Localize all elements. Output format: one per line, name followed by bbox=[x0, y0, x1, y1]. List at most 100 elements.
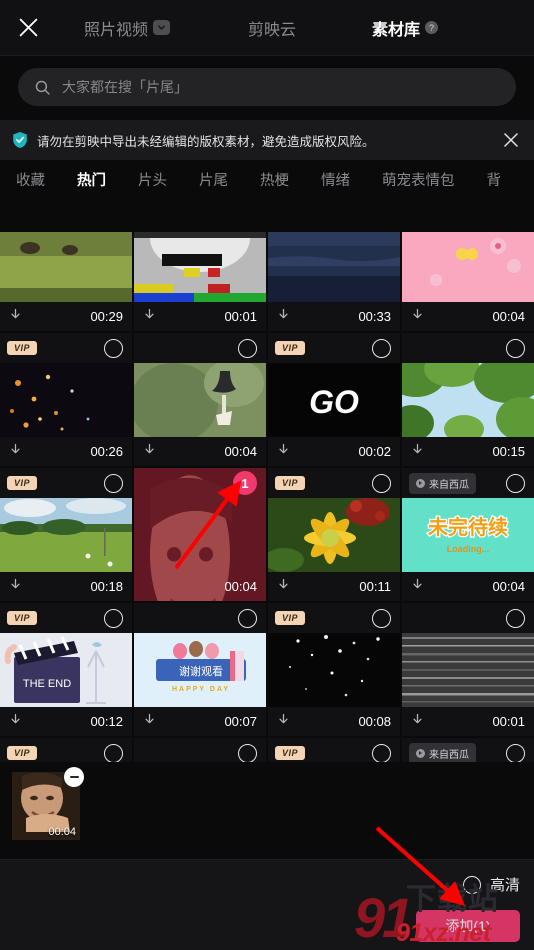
source-badge: 来自西瓜 bbox=[409, 742, 476, 762]
download-icon[interactable] bbox=[410, 577, 425, 597]
radio-icon[interactable] bbox=[462, 875, 481, 894]
download-icon[interactable] bbox=[8, 712, 23, 732]
card-top-row bbox=[402, 333, 534, 363]
download-icon[interactable] bbox=[142, 442, 157, 462]
add-button[interactable]: 添加(1) bbox=[416, 910, 520, 942]
card-bottom-row: 00:04 bbox=[402, 572, 534, 601]
material-card[interactable]: GO VIP 00:02 bbox=[268, 333, 400, 466]
select-checkbox[interactable] bbox=[104, 473, 123, 493]
shield-check-icon bbox=[13, 132, 27, 148]
select-checkbox[interactable] bbox=[238, 608, 257, 628]
header-tab-material-library[interactable]: 素材库 ? bbox=[372, 0, 439, 55]
card-top-row bbox=[134, 738, 266, 762]
category-tab-mood[interactable]: 情绪 bbox=[321, 169, 350, 190]
material-card[interactable]: 00:01 bbox=[402, 603, 534, 736]
select-checkbox[interactable] bbox=[372, 608, 391, 628]
material-card[interactable]: VIP 00:18 bbox=[0, 468, 132, 601]
download-icon[interactable] bbox=[410, 307, 425, 327]
select-checkbox[interactable] bbox=[104, 608, 123, 628]
category-tab-favorites[interactable]: 收藏 bbox=[16, 169, 45, 190]
category-tab-background[interactable]: 背 bbox=[487, 169, 502, 190]
select-checkbox[interactable] bbox=[238, 743, 257, 762]
card-top-row bbox=[134, 333, 266, 363]
download-icon[interactable] bbox=[8, 442, 23, 462]
header-tabs: 照片视频 剪映云 素材库 ? bbox=[56, 0, 534, 55]
search-icon bbox=[35, 80, 50, 95]
card-bottom-row: 00:12 bbox=[0, 707, 132, 736]
category-tab-meme[interactable]: 热梗 bbox=[260, 169, 289, 190]
card-top-row: VIP bbox=[268, 468, 400, 498]
play-icon bbox=[416, 478, 425, 488]
material-card[interactable]: 00:33 bbox=[268, 232, 400, 331]
select-checkbox[interactable] bbox=[104, 743, 123, 762]
material-card[interactable]: VIP bbox=[268, 738, 400, 762]
material-card[interactable]: 来自西瓜 bbox=[402, 738, 534, 762]
card-thumbnail: 谢谢观看 HAPPY DAY bbox=[134, 633, 266, 707]
close-button[interactable] bbox=[0, 0, 56, 56]
material-card[interactable]: 未完待续 Loading... 来自西瓜 00:04 bbox=[402, 468, 534, 601]
select-checkbox[interactable] bbox=[506, 608, 525, 628]
material-card[interactable]: VIP 00:08 bbox=[268, 603, 400, 736]
svg-text:HAPPY DAY: HAPPY DAY bbox=[172, 686, 230, 693]
material-card[interactable]: VIP bbox=[0, 738, 132, 762]
download-icon[interactable] bbox=[142, 307, 157, 327]
material-card[interactable]: VIP 00:26 bbox=[0, 333, 132, 466]
card-thumbnail: 未完待续 Loading... bbox=[402, 498, 534, 572]
hd-toggle[interactable]: 高清 bbox=[462, 874, 520, 895]
material-card[interactable] bbox=[134, 738, 266, 762]
select-checkbox[interactable] bbox=[238, 338, 257, 358]
material-grid[interactable]: 00:29 00:01 00:33 00:04 VIP 00:26 00:04 GO VIP 00… bbox=[0, 232, 534, 762]
select-checkbox[interactable] bbox=[104, 338, 123, 358]
chevron-down-icon[interactable] bbox=[153, 20, 171, 35]
vip-badge: VIP bbox=[7, 611, 38, 625]
minus-circle-icon[interactable] bbox=[64, 767, 84, 787]
svg-text:Loading...: Loading... bbox=[447, 544, 490, 554]
select-checkbox[interactable] bbox=[506, 473, 525, 493]
category-tab-outro[interactable]: 片尾 bbox=[199, 169, 228, 190]
download-icon[interactable] bbox=[410, 712, 425, 732]
material-card[interactable]: 谢谢观看 HAPPY DAY 00:07 bbox=[134, 603, 266, 736]
grid-row: 00:29 00:01 00:33 00:04 bbox=[0, 232, 534, 331]
card-duration: 00:04 bbox=[492, 579, 525, 594]
download-icon[interactable] bbox=[8, 307, 23, 327]
select-checkbox[interactable] bbox=[506, 338, 525, 358]
grid-row: VIP 00:26 00:04 GO VIP 00:02 00:15 bbox=[0, 333, 534, 466]
material-card[interactable]: 00:15 bbox=[402, 333, 534, 466]
download-icon[interactable] bbox=[410, 442, 425, 462]
card-top-row: VIP bbox=[268, 333, 400, 363]
select-checkbox[interactable] bbox=[372, 743, 391, 762]
category-tab-pets[interactable]: 萌宠表情包 bbox=[382, 169, 455, 190]
header-tab-cloud[interactable]: 剪映云 bbox=[248, 0, 296, 55]
selection-count-badge[interactable]: 1 bbox=[233, 471, 257, 495]
material-card[interactable]: 00:29 bbox=[0, 232, 132, 331]
select-checkbox[interactable] bbox=[506, 743, 525, 762]
material-card[interactable]: 1 00:04 bbox=[134, 468, 266, 601]
help-icon[interactable]: ? bbox=[425, 21, 439, 34]
category-tab-bar[interactable]: 收藏 热门 片头 片尾 热梗 情绪 萌宠表情包 背 bbox=[0, 160, 534, 198]
card-bottom-row: 00:07 bbox=[134, 707, 266, 736]
download-icon[interactable] bbox=[8, 577, 23, 597]
card-thumbnail bbox=[268, 633, 400, 707]
card-bottom-row: 00:26 bbox=[0, 437, 132, 466]
material-card[interactable]: THE END VIP 00:12 bbox=[0, 603, 132, 736]
search-input[interactable]: 大家都在搜「片尾」 bbox=[18, 68, 516, 106]
material-card[interactable]: 00:01 bbox=[134, 232, 266, 331]
category-tab-hot[interactable]: 热门 bbox=[77, 169, 106, 190]
material-card[interactable]: 00:04 bbox=[402, 232, 534, 331]
download-icon[interactable] bbox=[276, 307, 291, 327]
card-duration: 00:11 bbox=[359, 579, 391, 594]
notice-close-icon[interactable] bbox=[502, 131, 520, 149]
download-icon[interactable] bbox=[276, 712, 291, 732]
material-card[interactable]: 00:04 bbox=[134, 333, 266, 466]
select-checkbox[interactable] bbox=[372, 338, 391, 358]
select-checkbox[interactable] bbox=[372, 473, 391, 493]
vip-badge: VIP bbox=[275, 476, 306, 490]
category-tab-intro[interactable]: 片头 bbox=[138, 169, 167, 190]
material-card[interactable]: VIP 00:11 bbox=[268, 468, 400, 601]
download-icon[interactable] bbox=[142, 712, 157, 732]
vip-badge: VIP bbox=[7, 341, 38, 355]
header-tab-photo-video[interactable]: 照片视频 bbox=[84, 0, 171, 55]
download-icon[interactable] bbox=[276, 577, 291, 597]
download-icon[interactable] bbox=[276, 442, 291, 462]
vip-badge: VIP bbox=[275, 611, 306, 625]
